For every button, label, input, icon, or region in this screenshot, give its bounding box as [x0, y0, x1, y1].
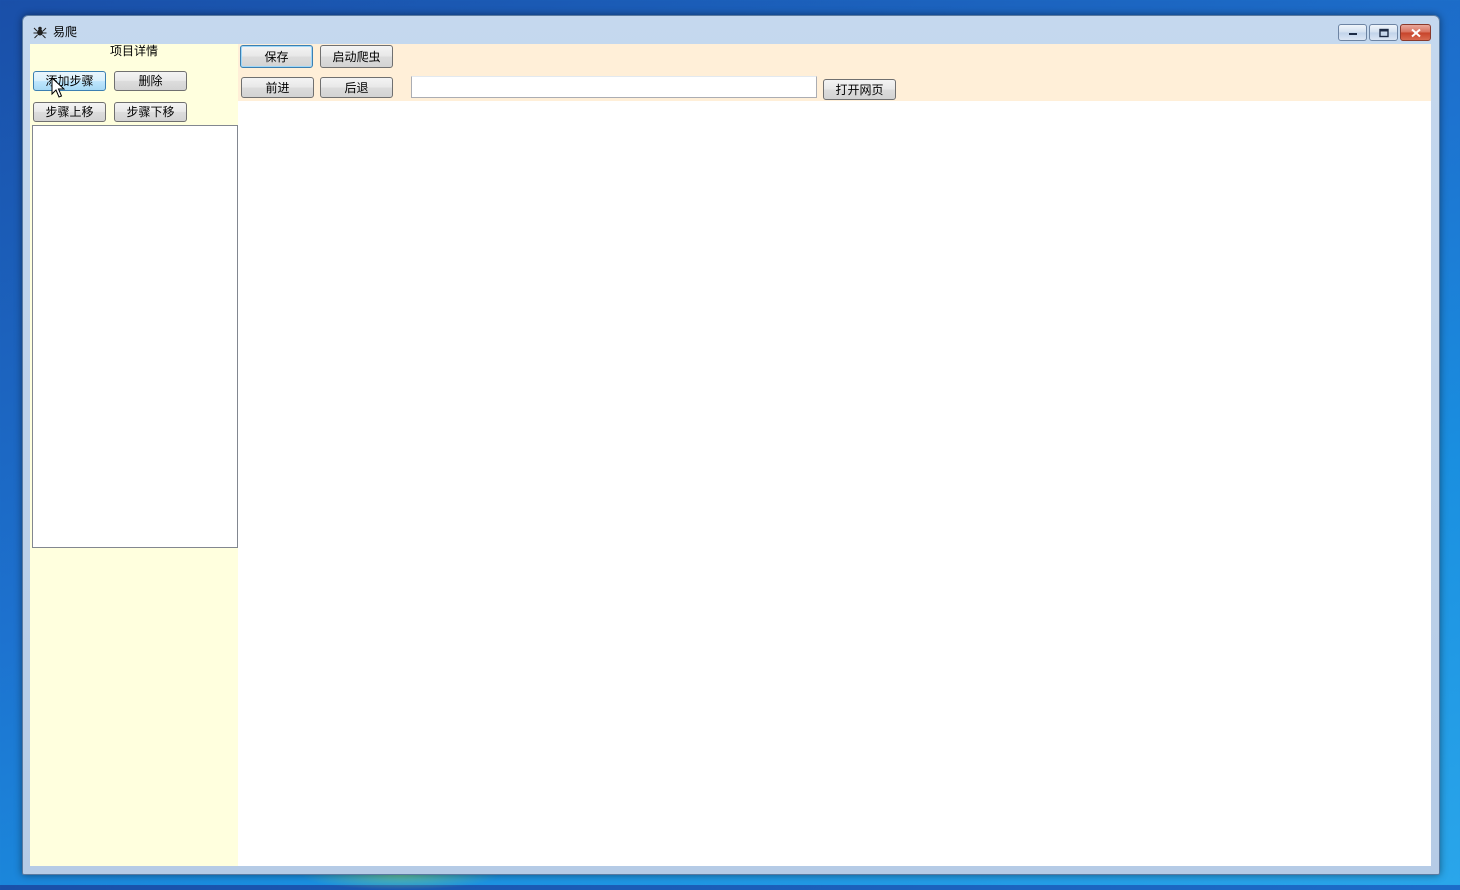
forward-button[interactable]: 前进: [241, 77, 314, 98]
title-bar[interactable]: 易爬: [23, 16, 1439, 44]
back-button[interactable]: 后退: [320, 77, 393, 98]
start-crawler-button[interactable]: 启动爬虫: [320, 45, 393, 68]
panel-title: 项目详情: [109, 44, 158, 58]
add-step-button[interactable]: 添加步骤: [33, 71, 106, 91]
maximize-icon: [1378, 28, 1389, 37]
move-step-down-button[interactable]: 步骤下移: [114, 102, 187, 122]
close-icon: [1410, 28, 1421, 37]
mouse-cursor-icon: [51, 77, 65, 98]
move-step-up-button[interactable]: 步骤上移: [33, 102, 106, 122]
step-list[interactable]: [32, 125, 238, 548]
minimize-icon: [1348, 32, 1357, 35]
open-page-button[interactable]: 打开网页: [823, 79, 896, 100]
caption-buttons: [1336, 24, 1431, 42]
minimize-button[interactable]: [1338, 24, 1367, 41]
web-browser-view[interactable]: [238, 101, 1431, 866]
spider-app-icon: [33, 26, 47, 39]
project-details-panel: 项目详情 添加步骤 删除 步骤上移 步骤下移: [30, 44, 238, 866]
client-area: 项目详情 添加步骤 删除 步骤上移 步骤下移 保存 启动爬虫 前进 后退 打开网…: [30, 44, 1431, 866]
delete-step-button[interactable]: 删除: [114, 71, 187, 91]
close-button[interactable]: [1400, 24, 1431, 41]
maximize-button[interactable]: [1369, 24, 1398, 41]
url-input[interactable]: [411, 76, 817, 98]
browser-toolbar: 保存 启动爬虫 前进 后退 打开网页: [238, 44, 1431, 101]
main-window: 易爬 项目详情 添加步骤 删除 步骤上移 步骤下移 保存 启动爬虫 前进 后退 …: [22, 15, 1440, 875]
save-button[interactable]: 保存: [240, 45, 313, 68]
window-title: 易爬: [53, 25, 78, 39]
